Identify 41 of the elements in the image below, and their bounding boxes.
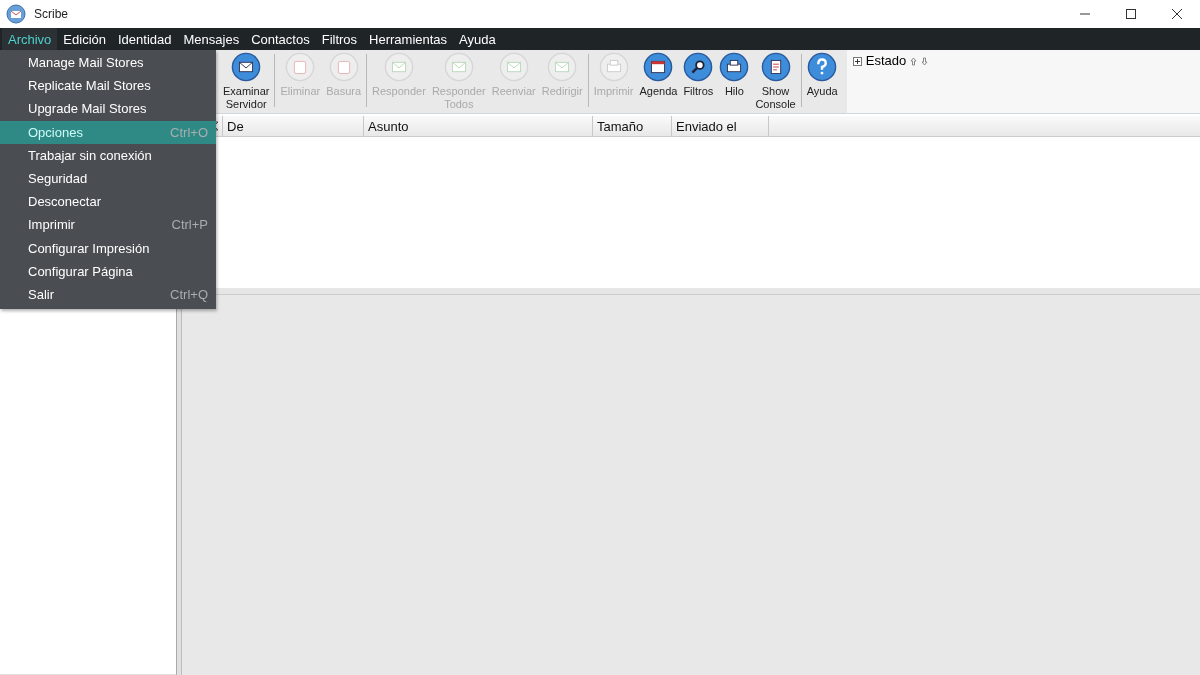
menu-item[interactable]: Identidad bbox=[112, 28, 178, 50]
app-icon bbox=[6, 4, 26, 24]
menu-item[interactable]: Desconectar bbox=[0, 190, 216, 214]
menu-item[interactable]: Contactos bbox=[245, 28, 316, 50]
up-arrow-icon[interactable] bbox=[910, 57, 918, 66]
down-arrow-icon[interactable] bbox=[921, 57, 929, 66]
menu-item[interactable]: Archivo bbox=[2, 28, 58, 50]
menu-item[interactable]: Seguridad bbox=[0, 166, 216, 191]
printer-icon bbox=[719, 52, 750, 82]
panel-title: Estado bbox=[865, 53, 907, 68]
column-header[interactable]: De bbox=[223, 116, 364, 136]
menu-item[interactable]: Trabajar sin conexión bbox=[0, 143, 216, 167]
toolbar-button[interactable]: Hilo bbox=[716, 52, 753, 98]
document-icon bbox=[760, 52, 791, 82]
toolbar-button[interactable]: Ayuda bbox=[803, 52, 841, 98]
menu-item[interactable]: Salir Ctrl+Q bbox=[0, 282, 216, 307]
help-icon bbox=[807, 52, 838, 82]
menu-item[interactable]: Configurar Impresión bbox=[0, 236, 216, 260]
window-title: Scribe bbox=[34, 7, 68, 21]
envelope-icon bbox=[231, 52, 262, 82]
menu-item[interactable]: Mensajes bbox=[177, 28, 246, 50]
expand-icon[interactable] bbox=[852, 57, 862, 66]
menu-item[interactable]: Manage Mail Stores bbox=[0, 51, 216, 75]
menu-item[interactable]: Filtros bbox=[315, 28, 364, 50]
column-header[interactable]: Asunto bbox=[364, 116, 593, 136]
column-header[interactable]: Enviado el bbox=[672, 116, 769, 136]
menu-item[interactable]: Replicate Mail Stores bbox=[0, 74, 216, 98]
menu-item[interactable]: Ayuda bbox=[453, 28, 502, 50]
toolbar-button[interactable]: Filtros bbox=[680, 52, 717, 98]
menu-item[interactable]: Opciones Ctrl+O bbox=[0, 120, 216, 144]
menu-item[interactable]: Edición bbox=[57, 28, 112, 50]
toolbar-button[interactable]: Examinar Servidor bbox=[220, 52, 273, 111]
menu-item[interactable]: Herramientas bbox=[363, 28, 454, 50]
toolbar-button[interactable]: Show Console bbox=[752, 52, 799, 111]
search-icon bbox=[683, 52, 714, 82]
menu-item[interactable]: Configurar Página bbox=[0, 259, 216, 283]
menu-item[interactable]: Imprimir Ctrl+P bbox=[0, 213, 216, 237]
column-header[interactable]: Tamaño bbox=[593, 116, 672, 136]
calendar-icon bbox=[643, 52, 674, 82]
menu-item[interactable]: Upgrade Mail Stores bbox=[0, 97, 216, 121]
toolbar-button[interactable]: Agenda bbox=[636, 52, 681, 98]
